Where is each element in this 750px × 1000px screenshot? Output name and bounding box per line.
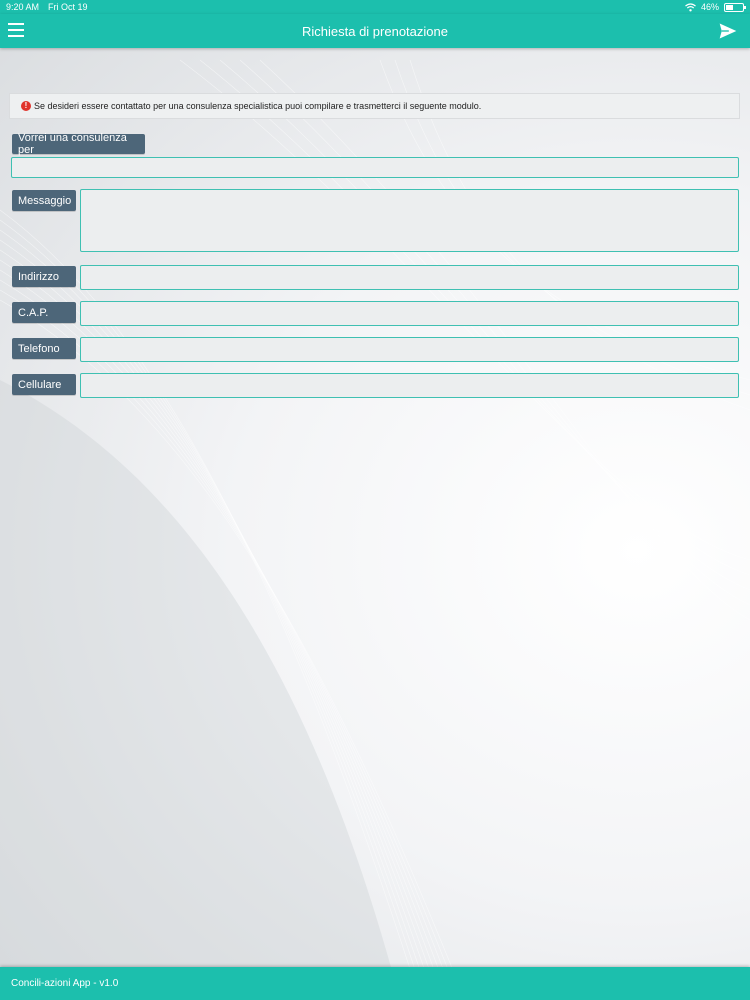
paper-plane-send-icon[interactable]	[718, 21, 738, 41]
app-version-text: Concili-azioni App - v1.0	[11, 978, 119, 989]
exclamation-alert-icon: !	[21, 101, 31, 111]
consulenza-label: Vorrei una consulenza per	[12, 132, 145, 156]
cap-label: C.A.P.	[12, 302, 76, 323]
indirizzo-label: Indirizzo	[12, 266, 76, 287]
navigation-bar: Richiesta di prenotazione	[0, 14, 750, 48]
status-right-group: 46%	[685, 2, 746, 12]
status-bar: 9:20 AM Fri Oct 19 46%	[0, 0, 750, 14]
status-time: 9:20 AM	[6, 2, 40, 12]
telefono-input[interactable]	[80, 337, 739, 362]
status-date: Fri Oct 19	[48, 2, 88, 12]
cellulare-input[interactable]	[80, 373, 739, 398]
footer-bar: Concili-azioni App - v1.0	[0, 967, 750, 1000]
battery-icon	[724, 2, 746, 12]
cellulare-label: Cellulare	[12, 374, 76, 395]
messaggio-label: Messaggio	[12, 190, 76, 211]
consulenza-input[interactable]	[11, 157, 739, 178]
info-text: Se desideri essere contattato per una co…	[34, 101, 482, 111]
cap-input[interactable]	[80, 301, 739, 326]
wifi-icon	[685, 2, 696, 11]
info-message: ! Se desideri essere contattato per una …	[9, 93, 740, 119]
indirizzo-input[interactable]	[80, 265, 739, 290]
page-title: Richiesta di prenotazione	[302, 24, 448, 39]
messaggio-textarea[interactable]	[80, 189, 739, 252]
telefono-label: Telefono	[12, 338, 76, 359]
battery-percent: 46%	[700, 2, 719, 12]
